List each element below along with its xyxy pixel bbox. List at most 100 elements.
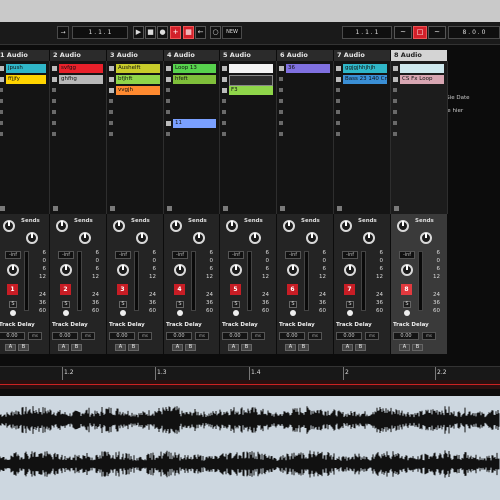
track-stop-icon[interactable] [394,206,399,211]
clip[interactable]: Loop 13 [173,64,216,73]
track-delay-value[interactable]: 0.00 [336,332,362,340]
track-activator-button[interactable]: 7 [344,284,355,295]
clip[interactable]: ggjgjhhjhjh [343,64,387,73]
clip[interactable]: ghfhg [59,75,103,84]
crossfade-b-button[interactable]: B [298,344,309,351]
track-header-6[interactable]: 6 Audio [277,50,334,61]
send-b-knob[interactable] [136,232,148,244]
pan-knob[interactable] [287,264,299,276]
solo-button[interactable]: S [403,301,411,308]
clip[interactable]: hfeft [173,75,216,84]
send-b-knob[interactable] [79,232,91,244]
clip[interactable]: jpush [6,64,46,73]
song-position-display[interactable]: 1 . 1 . 1 [72,26,128,39]
crossfade-b-button[interactable]: B [185,344,196,351]
clip[interactable] [229,64,273,73]
empty-clip-slot[interactable] [165,108,218,117]
clip-slot[interactable]: vvgjh [108,86,162,95]
track-activator-button[interactable]: 3 [117,284,128,295]
crossfade-b-button[interactable]: B [18,344,29,351]
arm-button[interactable] [404,310,410,316]
clip-stop-button-icon[interactable] [166,110,170,114]
track-delay-value[interactable]: 0.00 [222,332,248,340]
track-delay-value[interactable]: 0.00 [52,332,78,340]
clip-stop-button-icon[interactable] [166,132,170,136]
empty-clip-slot[interactable] [108,97,162,106]
empty-clip-slot[interactable] [221,97,275,106]
track-activator-button[interactable]: 8 [401,284,412,295]
clip-slot[interactable]: 11 [165,119,218,128]
follow-button[interactable]: → [57,26,69,39]
clip-stop-button-icon[interactable] [393,132,397,136]
clip-launch-icon[interactable] [222,77,227,82]
clip-launch-icon[interactable] [0,77,4,82]
crossfade-b-button[interactable]: B [355,344,366,351]
track-activator-button[interactable]: 4 [174,284,185,295]
send-a-knob[interactable] [113,220,125,232]
arm-button[interactable] [177,310,183,316]
solo-button[interactable]: S [62,301,70,308]
arm-button[interactable] [233,310,239,316]
empty-clip-slot[interactable] [221,108,275,117]
track-activator-button[interactable]: 6 [287,284,298,295]
clip-launch-icon[interactable] [336,77,341,82]
crossfade-a-button[interactable]: A [285,344,296,351]
volume-db-field[interactable]: -inf [115,251,131,259]
clip-slot[interactable]: jpush [0,64,48,73]
empty-clip-slot[interactable] [392,97,446,106]
empty-clip-slot[interactable] [165,86,218,95]
clip[interactable]: 36 [286,64,330,73]
empty-clip-slot[interactable] [0,119,48,128]
volume-db-field[interactable]: -inf [5,251,21,259]
crossfade-b-button[interactable]: B [412,344,423,351]
clip-stop-button-icon[interactable] [279,121,283,125]
solo-button[interactable]: S [232,301,240,308]
session-record-button[interactable]: ○ [210,26,221,39]
empty-clip-slot[interactable] [392,108,446,117]
track-header-1[interactable]: 1 Audio [0,50,50,61]
solo-button[interactable]: S [119,301,127,308]
track-header-4[interactable]: 4 Audio [164,50,220,61]
track-stop-icon[interactable] [53,206,58,211]
clip[interactable] [400,64,444,73]
clip-slot[interactable]: CS Fx Loop [392,75,446,84]
clip-slot[interactable]: 36 [278,64,332,73]
clip-stop-button-icon[interactable] [393,99,397,103]
empty-clip-slot[interactable] [0,108,48,117]
arm-button[interactable] [120,310,126,316]
clip-stop-button-icon[interactable] [52,99,56,103]
track-delay-unit[interactable]: ms [28,332,42,340]
crossfade-b-button[interactable]: B [71,344,82,351]
empty-clip-slot[interactable] [108,119,162,128]
clip-slot[interactable] [392,64,446,73]
clip-stop-button-icon[interactable] [336,88,340,92]
punch-out-icon[interactable]: ~ [428,26,446,39]
clip-launch-icon[interactable] [52,77,57,82]
send-b-knob[interactable] [420,232,432,244]
arm-button[interactable] [347,310,353,316]
empty-clip-slot[interactable] [108,108,162,117]
track-stop-icon[interactable] [337,206,342,211]
clip[interactable]: ffjjfy [6,75,46,84]
track-stop-icon[interactable] [0,206,5,211]
clip-stop-button-icon[interactable] [279,99,283,103]
clip-launch-icon[interactable] [109,88,114,93]
crossfade-a-button[interactable]: A [58,344,69,351]
send-a-knob[interactable] [397,220,409,232]
punch-in-icon[interactable]: ~ [394,26,412,39]
empty-clip-slot[interactable] [51,97,105,106]
empty-clip-slot[interactable] [51,86,105,95]
clip-stop-button-icon[interactable] [222,110,226,114]
pan-knob[interactable] [230,264,242,276]
reenable-automation-button[interactable]: ← [195,26,206,39]
clip-stop-button-icon[interactable] [336,132,340,136]
arm-button[interactable] [290,310,296,316]
empty-clip-slot[interactable] [165,130,218,139]
crossfade-a-button[interactable]: A [342,344,353,351]
volume-db-field[interactable]: -inf [58,251,74,259]
clip-stop-button-icon[interactable] [0,88,3,92]
empty-clip-slot[interactable] [278,97,332,106]
clip[interactable]: svfgg [59,64,103,73]
empty-clip-slot[interactable] [392,86,446,95]
track-delay-unit[interactable]: ms [365,332,379,340]
